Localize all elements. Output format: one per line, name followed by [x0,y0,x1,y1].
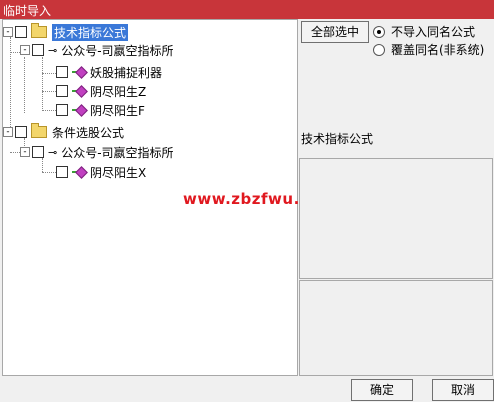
tree-connector [42,172,56,173]
select-all-button[interactable]: 全部选中 [301,21,369,43]
formula-icon [72,85,86,97]
node-checkbox[interactable] [15,26,27,38]
tree-connector [42,57,43,111]
node-label: 妖股捕捉利器 [90,65,163,80]
title-bar: 临时导入 [0,0,494,19]
tree-connector [42,73,56,74]
node-label: 公众号-司嬴空指标所 [61,43,174,58]
node-checkbox[interactable] [56,104,68,116]
node-label: 阴尽阳生F [90,103,145,118]
collapse-toggle[interactable]: - [20,147,30,157]
info-heading: 技术指标公式 [301,132,374,146]
ok-button[interactable]: 确定 [351,379,413,401]
formula-icon [72,166,86,178]
node-checkbox[interactable] [56,166,68,178]
key-icon: ⊸ [48,43,58,57]
radio-selected-icon [373,25,385,38]
collapse-toggle[interactable]: - [20,45,30,55]
formula-icon [72,104,86,116]
tree-node-author-group[interactable]: - ⊸ 公众号-司嬴空指标所 [20,143,174,161]
tree-leaf-formula[interactable]: 阴尽阳生F [56,101,145,119]
tree-connector [10,52,20,53]
radio-empty-icon [373,43,385,56]
preview-panel [299,280,493,376]
collapse-toggle[interactable]: - [3,27,13,37]
folder-icon [31,123,47,138]
folder-icon [31,23,47,38]
radio-overwrite[interactable]: 覆盖同名(非系统) [373,41,484,58]
radio-label: 覆盖同名(非系统) [391,43,485,57]
tree-node-tech-formula[interactable]: - 技术指标公式 [3,23,129,41]
node-checkbox[interactable] [56,66,68,78]
formula-icon [72,66,86,78]
key-icon: ⊸ [48,145,58,159]
cancel-button[interactable]: 取消 [432,379,494,401]
radio-label: 不导入同名公式 [391,25,476,39]
node-checkbox[interactable] [56,85,68,97]
node-label: 公众号-司嬴空指标所 [61,145,174,160]
node-checkbox[interactable] [32,44,44,56]
tree-connector [10,152,20,153]
node-label: 技术指标公式 [52,23,129,41]
description-panel [299,158,493,279]
tree-connector [42,110,56,111]
tree-node-screen-formula[interactable]: - 条件选股公式 [3,123,124,141]
radio-no-import[interactable]: 不导入同名公式 [373,23,475,40]
collapse-toggle[interactable]: - [3,127,13,137]
tree-node-author-group[interactable]: - ⊸ 公众号-司嬴空指标所 [20,41,174,59]
node-label: 条件选股公式 [52,125,125,140]
tree-leaf-formula[interactable]: 妖股捕捉利器 [56,63,162,81]
tree-leaf-formula[interactable]: 阴尽阳生Z [56,82,146,100]
tree-connector [24,57,25,113]
node-label: 阴尽阳生Z [90,84,147,99]
node-label: 阴尽阳生X [90,165,147,180]
window-title: 临时导入 [3,4,52,18]
node-checkbox[interactable] [15,126,27,138]
node-checkbox[interactable] [32,146,44,158]
tree-leaf-formula[interactable]: 阴尽阳生X [56,163,146,181]
tree-connector [42,91,56,92]
